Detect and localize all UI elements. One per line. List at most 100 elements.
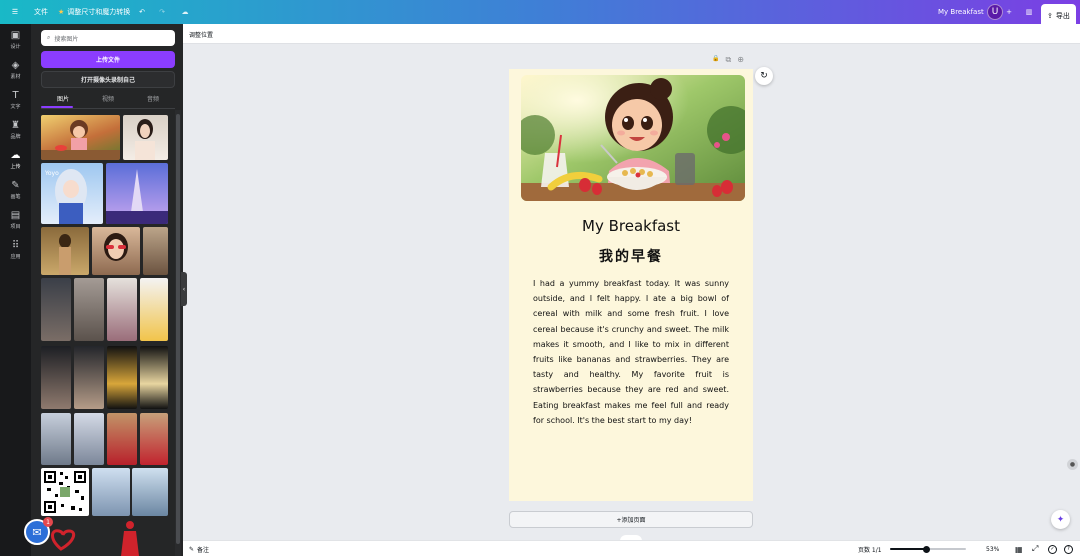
position-button[interactable]: 调整位置 xyxy=(189,30,213,39)
page-subtitle[interactable]: 我的早餐 xyxy=(509,246,753,266)
scroll-indicator-icon[interactable]: ● xyxy=(1067,459,1078,470)
qr-code-image xyxy=(44,471,86,513)
page-title[interactable]: My Breakfast xyxy=(509,217,753,235)
upload-thumbnail[interactable] xyxy=(107,278,137,341)
upload-thumbnail[interactable] xyxy=(74,346,104,409)
rail-item-design[interactable]: ▣ 设计 xyxy=(0,26,31,54)
tab-videos[interactable]: 视频 xyxy=(86,94,130,103)
upload-thumbnail[interactable] xyxy=(143,227,168,275)
magic-assistant-icon[interactable]: ✦ xyxy=(1051,510,1070,529)
upload-thumbnail[interactable] xyxy=(132,468,168,516)
upload-thumbnail[interactable] xyxy=(41,115,120,160)
lock-icon[interactable]: 🔒 xyxy=(712,55,719,65)
notification-badge: 1 xyxy=(43,517,53,527)
record-yourself-button[interactable]: 打开摄像头录制自己 xyxy=(41,71,175,88)
fullscreen-icon[interactable]: ⤢ xyxy=(1032,541,1038,556)
refresh-icon[interactable]: ↻ xyxy=(755,67,773,85)
upload-thumbnail[interactable]: Yoyo xyxy=(41,163,103,224)
grid-view-icon[interactable]: ▦ xyxy=(1015,541,1023,556)
text-icon: T xyxy=(12,89,19,101)
image-portrait xyxy=(59,234,71,275)
breakfast-illustration[interactable] xyxy=(521,75,745,201)
image-breakfast-girl xyxy=(41,120,120,160)
duplicate-page-icon[interactable]: ⧉ xyxy=(725,55,731,65)
page-count[interactable]: 页数 1/1 xyxy=(858,541,882,556)
upload-thumbnail[interactable] xyxy=(140,413,168,465)
rail-item-projects[interactable]: ▤ 项目 xyxy=(0,206,31,234)
upload-thumbnail[interactable] xyxy=(41,346,71,409)
rail-label: 设计 xyxy=(10,43,21,50)
upload-thumbnail[interactable] xyxy=(92,227,140,275)
upload-thumbnail[interactable] xyxy=(140,346,168,409)
rail-label: 素材 xyxy=(10,73,21,80)
zoom-slider[interactable] xyxy=(890,545,966,553)
panel-scrollbar[interactable] xyxy=(175,110,181,556)
folder-icon: ▤ xyxy=(10,209,21,221)
page-body-text[interactable]: I had a yummy breakfast today. It was su… xyxy=(533,276,729,428)
help-icon[interactable]: ? xyxy=(1064,541,1073,556)
page-tools: 🔒 ⧉ ⊕ xyxy=(712,55,744,65)
rail-label: 项目 xyxy=(10,223,21,230)
add-page-icon[interactable]: ⊕ xyxy=(737,55,744,65)
chat-icon: ✉ xyxy=(32,525,42,539)
rail-label: 画笔 xyxy=(10,193,21,200)
left-rail: ▣ 设计 ◈ 素材 T 文字 ♜ 品牌 ☁ 上传 ✎ 画笔 ▤ 项目 ⠿ 应用 xyxy=(0,24,31,556)
shapes-icon: ◈ xyxy=(11,59,20,71)
upload-thumbnail[interactable] xyxy=(106,163,168,224)
rail-item-elements[interactable]: ◈ 素材 xyxy=(0,56,31,84)
document-title[interactable]: My Breakfast xyxy=(938,0,984,24)
top-bar: ☰ 文件 ★ 调整尺寸和魔力转换 ↶ ↷ ☁ My Breakfast U + … xyxy=(0,0,1080,28)
pen-icon: ✎ xyxy=(11,179,20,191)
notes-icon: ✎ xyxy=(189,545,195,553)
rail-item-text[interactable]: T 文字 xyxy=(0,86,31,114)
menu-icon[interactable]: ☰ xyxy=(6,0,24,24)
upload-thumbnail[interactable] xyxy=(107,413,137,465)
add-collaborator-icon[interactable]: + xyxy=(1000,0,1018,24)
upload-thumbnail[interactable] xyxy=(107,346,137,409)
tab-images[interactable]: 图片 xyxy=(41,94,85,103)
share-icon: ⇪ xyxy=(1047,11,1053,20)
analytics-icon[interactable]: ▥ xyxy=(1020,0,1038,24)
cloud-save-icon[interactable]: ☁ xyxy=(176,0,194,24)
zoom-slider-fill xyxy=(890,548,927,550)
rail-label: 品牌 xyxy=(10,133,21,140)
upload-thumbnail[interactable] xyxy=(41,413,71,465)
search-input[interactable]: ⌕ 搜索图片 xyxy=(41,30,175,46)
add-page-button[interactable]: +添加页面 xyxy=(509,511,753,528)
upload-thumbnail[interactable] xyxy=(140,278,168,341)
rail-item-uploads[interactable]: ☁ 上传 xyxy=(0,146,31,174)
upload-thumbnail[interactable] xyxy=(123,115,168,160)
undo-icon[interactable]: ↶ xyxy=(133,0,151,24)
upload-thumbnail[interactable] xyxy=(74,278,104,341)
rail-item-brand[interactable]: ♜ 品牌 xyxy=(0,116,31,144)
zoom-percentage[interactable]: 53% xyxy=(986,541,999,556)
zoom-slider-knob[interactable] xyxy=(922,545,930,553)
resize-button[interactable]: ★ 调整尺寸和魔力转换 xyxy=(58,0,130,24)
upload-thumbnail[interactable] xyxy=(110,519,150,556)
breakfast-image xyxy=(521,75,745,201)
file-menu[interactable]: 文件 xyxy=(34,0,48,24)
scrollbar-thumb[interactable] xyxy=(176,114,180,544)
notes-label: 备注 xyxy=(197,546,210,554)
upload-thumbnail[interactable] xyxy=(41,468,89,516)
notes-button[interactable]: ✎ 备注 xyxy=(189,541,209,556)
tab-audio[interactable]: 音频 xyxy=(131,94,175,103)
rail-label: 应用 xyxy=(10,253,21,260)
design-page[interactable]: My Breakfast 我的早餐 I had a yummy breakfas… xyxy=(509,69,753,501)
upload-thumbnail[interactable] xyxy=(92,468,130,516)
upload-files-button[interactable]: 上传文件 xyxy=(41,51,175,68)
upload-thumbnail[interactable] xyxy=(41,278,71,341)
check-icon[interactable]: ✓ xyxy=(1048,541,1057,556)
rail-item-draw[interactable]: ✎ 画笔 xyxy=(0,176,31,204)
collapse-panel-handle[interactable]: ‹ xyxy=(181,272,187,306)
redo-icon[interactable]: ↷ xyxy=(153,0,171,24)
uploads-panel: ⌕ 搜索图片 上传文件 打开摄像头录制自己 图片 视频 音频 Yoyo xyxy=(31,24,183,556)
silhouette-graphic xyxy=(121,521,139,556)
upload-thumbnail[interactable] xyxy=(41,227,89,275)
upload-thumbnail[interactable] xyxy=(74,413,104,465)
image-eiffel-tower xyxy=(106,169,168,224)
rail-item-apps[interactable]: ⠿ 应用 xyxy=(0,236,31,264)
image-portrait xyxy=(135,119,155,160)
context-toolbar: 调整位置 xyxy=(183,24,1080,44)
rail-label: 文字 xyxy=(10,103,21,110)
